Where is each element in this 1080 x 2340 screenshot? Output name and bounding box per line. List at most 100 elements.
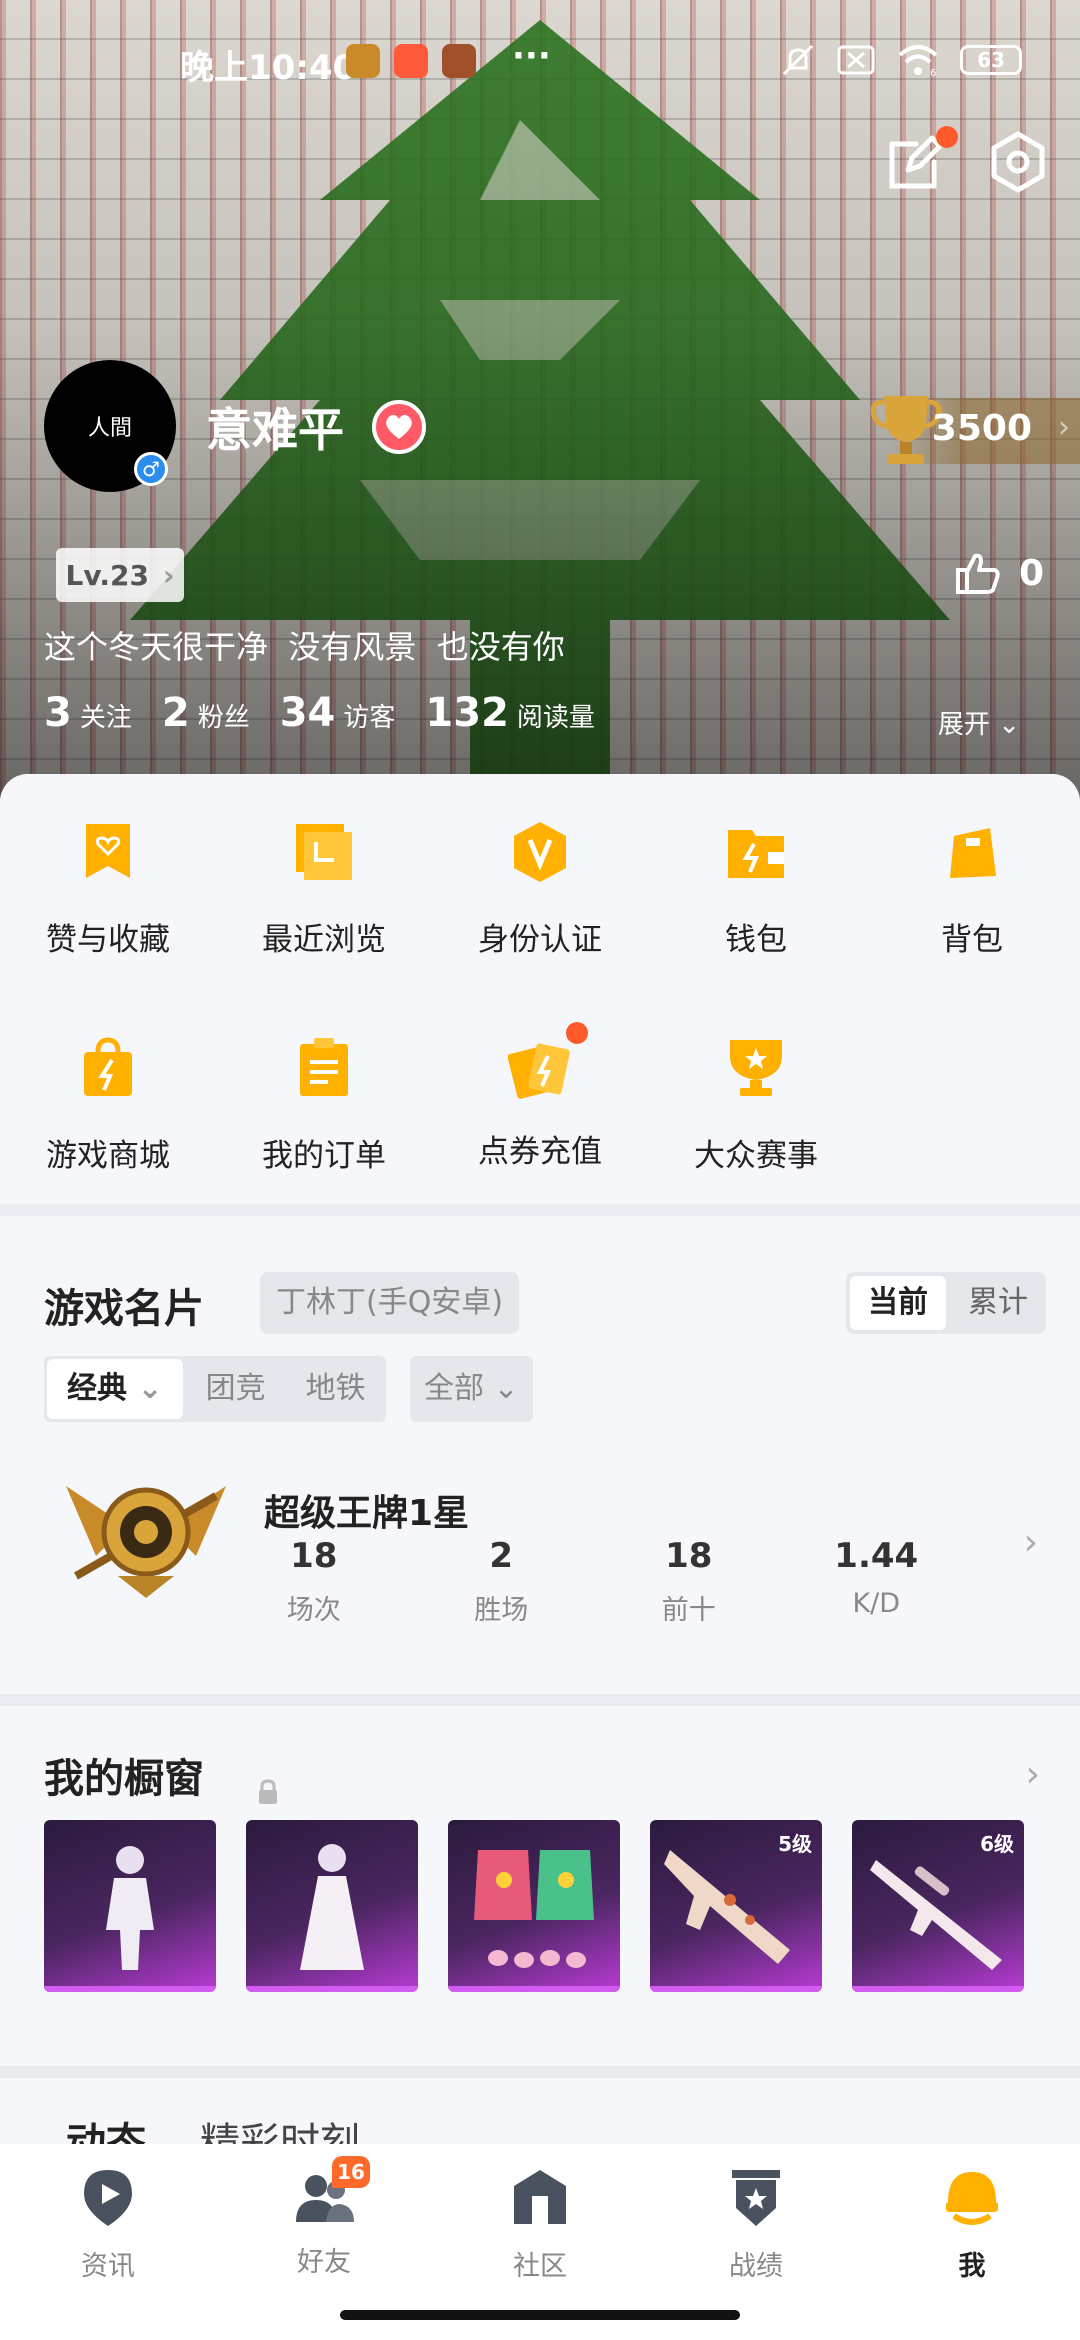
shortcut-label: 最近浏览 [262,922,386,958]
mode-tabs: 经典 ⌄ 团竞 地铁 [44,1356,386,1422]
shortcut-label: 游戏商城 [46,1138,170,1174]
shopping-bag-icon [84,1037,132,1096]
nav-label: 我 [958,2251,986,2282]
mode-tab-label: 经典 [67,1371,127,1406]
chevron-right-icon[interactable]: › [1024,1522,1038,1563]
stat-value: 18 [290,1536,338,1576]
expand-button[interactable]: 展开 ⌄ [938,704,1020,741]
nav-records[interactable]: 战绩 [648,2166,864,2283]
nav-friends[interactable]: 16 好友 [216,2156,432,2279]
nav-community[interactable]: 社区 [432,2166,648,2283]
chevron-down-icon: ⌄ [137,1371,163,1406]
profile-signature: 这个冬天很干净 没有风景 也没有你 [44,628,565,666]
shortcut-game-store[interactable]: 游戏商城 [0,1036,216,1176]
shortcut-recent-views[interactable]: 最近浏览 [216,820,432,960]
friends-badge: 16 [332,2156,370,2188]
level-text: Lv.23 [65,558,149,592]
heart-icon[interactable] [372,400,426,454]
stat-wins: 2 胜场 [408,1536,596,1627]
shortcut-backpack[interactable]: 背包 [864,820,1080,960]
settings-hexagon-icon [991,131,1045,193]
nav-label: 资讯 [81,2251,135,2282]
toggle-current[interactable]: 当前 [850,1276,946,1330]
rank-emblem-icon [66,1486,226,1598]
stat-top-ten: 18 前十 [595,1536,783,1627]
shortcut-panel: 赞与收藏 最近浏览 身份认证 钱包 背包 游戏商城 我的订单 点券充值 大众赛事 [0,774,1080,1204]
battery-indicator: 63 [960,45,1022,75]
shortcut-identity-verification[interactable]: 身份认证 [432,820,648,960]
wallet-icon [728,830,784,878]
divider [0,2066,1080,2078]
home-indicator[interactable] [340,2310,740,2320]
shortcut-wallet[interactable]: 钱包 [648,820,864,960]
chevron-down-icon: ⌄ [493,1371,519,1406]
mode-tab-team[interactable]: 团竞 [186,1356,286,1422]
history-folder-icon [296,824,352,880]
community-house-icon [514,2170,566,2224]
toggle-cumulative[interactable]: 累计 [950,1272,1046,1334]
following-count[interactable]: 3 [44,690,72,736]
divider [0,1204,1080,1216]
showcase-title: 我的橱窗 [44,1756,204,1802]
shortcut-my-orders[interactable]: 我的订单 [216,1036,432,1176]
outfit-figure-icon [106,1846,154,1970]
shortcut-voucher-recharge[interactable]: 点券充值 [432,1022,648,1176]
shortcut-label: 大众赛事 [694,1138,818,1174]
item-level-badge: 6级 [980,1832,1014,1856]
clipboard-icon [300,1038,348,1096]
stat-value: 2 [489,1536,514,1576]
period-toggle: 当前 累计 [846,1272,1046,1334]
edit-profile-button[interactable] [882,126,958,194]
stat-value: 1.44 [834,1536,919,1576]
showcase-section: 我的橱窗 › 5级 6级 [0,1706,1080,2066]
shortcut-label: 背包 [941,922,1003,958]
nav-news[interactable]: 资讯 [0,2166,216,2283]
shortcut-label: 我的订单 [262,1138,386,1174]
showcase-item-outfit-gown[interactable] [246,1820,418,1992]
shortcut-label: 钱包 [725,922,787,958]
stat-label: 胜场 [474,1595,529,1626]
wifi-icon: 6 [898,45,938,77]
backpack-icon [950,828,996,878]
status-bar: 晚上10:40 ··· 6 63 [0,36,1080,88]
stat-label: 场次 [286,1595,341,1626]
showcase-item-sniper[interactable]: 6级 [852,1820,1024,1992]
game-card-title: 游戏名片 [44,1286,204,1332]
like-button[interactable]: 0 [955,550,1044,596]
game-card-section: 游戏名片 丁林丁(手Q安卓) 当前 累计 经典 ⌄ 团竞 地铁 全部 ⌄ 超级王… [0,1216,1080,1694]
username: 意难平 [206,403,344,457]
shortcut-likes-favorites[interactable]: 赞与收藏 [0,820,216,960]
app-notification-icon [346,44,380,78]
chevron-right-icon[interactable]: › [1026,1754,1040,1795]
followers-count[interactable]: 2 [162,690,190,736]
app-notification-icon [394,44,428,78]
game-account-selector[interactable]: 丁林丁(手Q安卓) [260,1272,520,1334]
following-label[interactable]: 关注 [80,697,132,734]
followers-label[interactable]: 粉丝 [198,697,250,734]
nav-me[interactable]: 我 [864,2166,1080,2283]
trophy-points: 3500 [931,408,1032,449]
notification-dot [936,126,958,148]
nav-label: 战绩 [729,2251,783,2282]
main-sheet: 赞与收藏 最近浏览 身份认证 钱包 背包 游戏商城 我的订单 点券充值 大众赛事… [0,774,1080,2214]
trophy-cup-icon [730,1040,782,1096]
mode-tab-classic[interactable]: 经典 ⌄ [47,1359,183,1419]
svg-text:6: 6 [930,68,936,77]
level-badge[interactable]: Lv.23 › [56,548,184,602]
reads-count: 132 [425,690,509,736]
no-sim-icon [837,45,875,75]
shortcut-public-events[interactable]: 大众赛事 [648,1036,864,1176]
shortcut-label: 点券充值 [478,1134,602,1170]
stat-value: 18 [665,1536,713,1576]
visitors-label[interactable]: 访客 [343,697,395,734]
filter-label: 全部 [424,1371,484,1406]
showcase-item-rifle[interactable]: 5级 [650,1820,822,1992]
settings-button[interactable] [986,130,1050,194]
male-gender-icon: ♂ [134,452,168,486]
mode-tab-metro[interactable]: 地铁 [286,1356,386,1422]
mode-filter-dropdown[interactable]: 全部 ⌄ [410,1356,533,1422]
showcase-item-jacket-set[interactable] [448,1820,620,1992]
showcase-item-outfit-white[interactable] [44,1820,216,1992]
avatar-text: 人間 [87,416,132,441]
visitors-count[interactable]: 34 [280,690,336,736]
